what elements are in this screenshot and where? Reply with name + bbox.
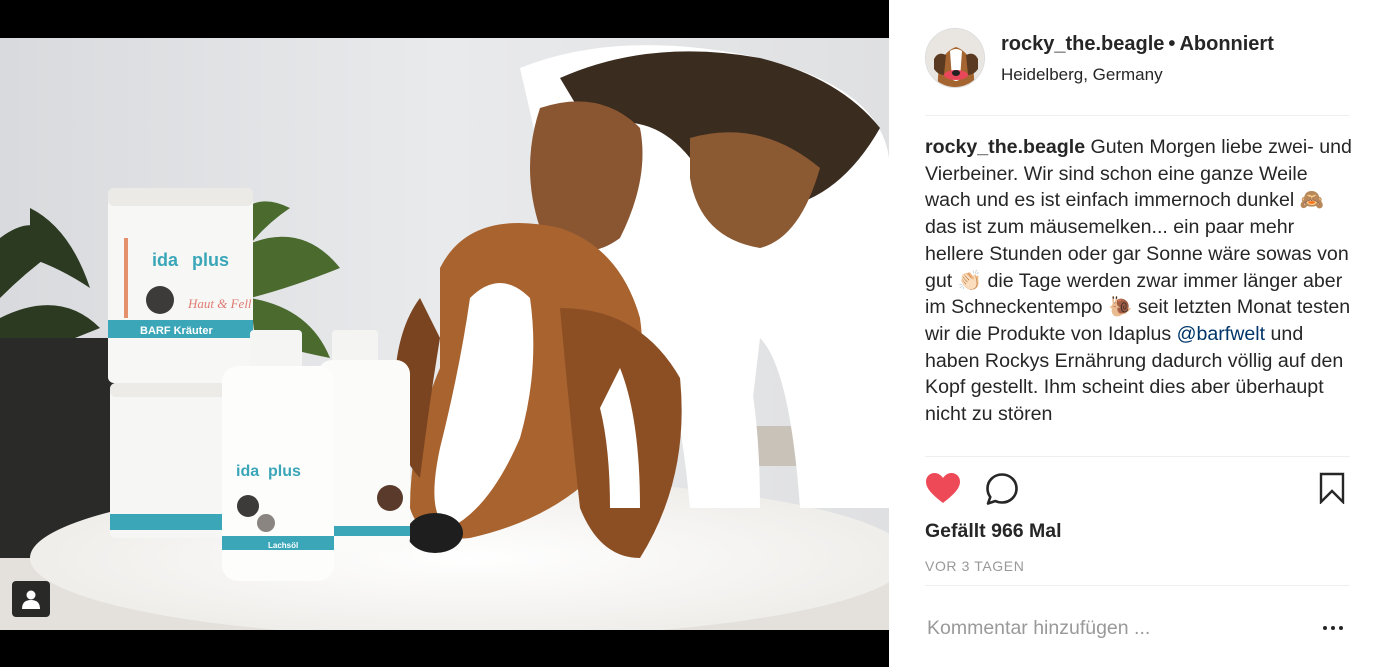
bottle-front: ida plus Lachsöl [222,330,334,581]
comment-bubble-icon [986,473,1018,505]
jar-brand-text: ida [152,250,179,270]
beagle-product-photo: ida plus Haut & Fell BARF Kräuter ida pl… [0,38,889,630]
like-count[interactable]: Gefällt 966 Mal [925,520,1062,543]
bottle-brand-text: ida [236,463,259,480]
jar-band-text: BARF Kräuter [140,325,213,337]
header-user-line: rocky_the.beagle • Abonniert [1001,33,1274,56]
user-tag-icon [22,590,40,609]
follow-status-button[interactable]: Abonniert [1179,33,1273,55]
heart-icon [926,473,960,503]
caption-divider [925,456,1350,457]
location-link[interactable]: Heidelberg, Germany [1001,65,1163,85]
more-options-icon [1339,626,1343,630]
action-bar [925,470,1355,510]
post-media: ida plus Haut & Fell BARF Kräuter ida pl… [0,0,889,667]
comment-button[interactable] [985,472,1019,511]
caption-author-link[interactable]: rocky_the.beagle [925,136,1085,158]
avatar[interactable] [925,28,985,88]
post-photo[interactable]: ida plus Haut & Fell BARF Kräuter ida pl… [0,38,889,630]
more-options-icon [1331,626,1335,630]
more-options-button[interactable] [1323,618,1347,638]
emoji-snail: 🐌 [1107,296,1133,319]
post-header: rocky_the.beagle • Abonniert Heidelberg, G… [889,0,1385,115]
emoji-clap: 👏🏻 [957,269,983,292]
avatar-image [926,29,984,87]
comment-divider [925,585,1350,586]
mention-link[interactable]: @barfwelt [1177,323,1266,345]
jar-brand-text-2: plus [192,250,229,270]
bookmark-icon [1319,472,1345,505]
post-caption: rocky_the.beagle Guten Morgen liebe zwei… [925,134,1353,454]
post-sidebar: rocky_the.beagle • Abonniert Heidelberg, G… [889,0,1385,667]
jar-label-text: Haut & Fell [187,296,252,311]
jar-top: ida plus Haut & Fell BARF Kräuter [108,188,253,383]
more-options-icon [1323,626,1327,630]
save-button[interactable] [1319,472,1345,509]
post-timestamp[interactable]: VOR 3 TAGEN [925,558,1024,574]
comment-input[interactable] [927,615,1287,641]
bottle-brand-text-2: plus [268,463,301,480]
header-divider [925,115,1350,116]
user-tag-button[interactable] [12,581,50,617]
instagram-post-modal: ida plus Haut & Fell BARF Kräuter ida pl… [0,0,1385,667]
bottle-band-text: Lachsöl [268,541,298,550]
separator-dot: • [1168,33,1176,55]
like-button[interactable] [925,472,961,509]
username-link[interactable]: rocky_the.beagle [1001,33,1164,55]
emoji-see-no-evil: 🙈 [1299,189,1325,212]
